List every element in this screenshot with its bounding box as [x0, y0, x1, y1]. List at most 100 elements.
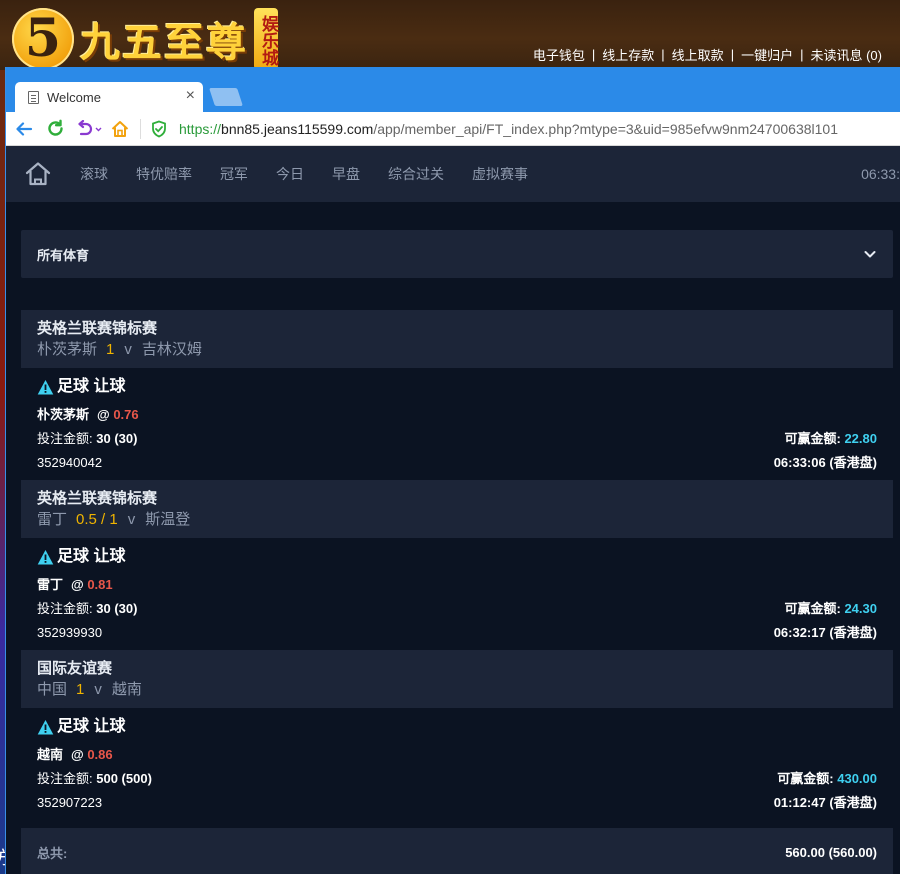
ticket-row: 352907223 01:12:47 (香港盘)	[37, 795, 877, 811]
refresh-icon[interactable]	[43, 117, 67, 141]
sport-filter-value: 所有体育	[37, 247, 90, 263]
back-arrow-icon[interactable]	[12, 117, 36, 141]
league-name: 英格兰联赛锦标赛	[37, 490, 158, 507]
home-team: 中国	[37, 681, 68, 698]
bet-header: 英格兰联赛锦标赛 朴茨茅斯 1 v 吉林汉姆	[21, 310, 893, 368]
bet-time: 01:12:47 (香港盘)	[773, 795, 877, 810]
odds-value: 0.86	[87, 747, 113, 762]
home-outline-icon[interactable]	[108, 117, 132, 141]
bet-time: 06:32:17 (香港盘)	[773, 625, 877, 640]
bet-time: 06:33:06 (香港盘)	[773, 455, 877, 470]
bet-detail: 足球 让球 越南 @ 0.86 投注金额: 500 (500) 可赢金额: 430…	[21, 708, 893, 820]
match-line: 中国 1 v 越南	[37, 679, 877, 701]
bet-pick: 越南 @ 0.86	[37, 747, 877, 763]
warning-icon	[37, 549, 54, 564]
ticket-number: 352907223	[37, 795, 103, 810]
new-tab-button[interactable]	[209, 88, 243, 106]
ticket-row: 352939930 06:32:17 (香港盘)	[37, 625, 877, 641]
bet-type: 足球 让球	[37, 546, 877, 568]
win-label: 可赢金额:	[784, 431, 841, 446]
tab-title: Welcome	[47, 89, 101, 105]
url-field[interactable]: https://bnn85.jeans115599.com/app/member…	[179, 121, 838, 137]
link-wallet[interactable]: 电子钱包	[533, 45, 585, 64]
page-icon	[28, 90, 39, 104]
nav-outright[interactable]: 冠军	[220, 164, 248, 184]
link-withdraw[interactable]: 线上取款	[672, 45, 724, 64]
stake-value: 30 (30)	[96, 431, 138, 446]
tab-close-icon[interactable]: ×	[186, 87, 195, 105]
away-team: 越南	[111, 681, 142, 698]
bet-header: 英格兰联赛锦标赛 雷丁 0.5 / 1 v 斯温登	[21, 480, 893, 538]
shield-check-icon[interactable]	[147, 117, 171, 141]
link-separator: |	[591, 47, 596, 62]
odds-value: 0.81	[87, 577, 113, 592]
win-label: 可赢金额:	[784, 601, 841, 616]
nav-special-odds[interactable]: 特优赔率	[136, 164, 192, 184]
url-host: bnn85.jeans115599.com	[221, 120, 374, 137]
ticket-number: 352939930	[37, 625, 103, 640]
link-deposit[interactable]: 线上存款	[602, 45, 654, 64]
bet-detail: 足球 让球 雷丁 @ 0.81 投注金额: 30 (30) 可赢金额: 24.30…	[21, 538, 893, 650]
win-label: 可赢金额:	[777, 771, 834, 786]
versus: v	[94, 681, 102, 698]
league-name: 英格兰联赛锦标赛	[37, 320, 158, 337]
win-value: 24.30	[844, 601, 877, 616]
warning-icon	[37, 379, 54, 394]
nav-early[interactable]: 早盘	[332, 164, 360, 184]
bets-list: 英格兰联赛锦标赛 朴茨茅斯 1 v 吉林汉姆 足球 让球 朴茨茅斯 @ 0.76 投注金…	[21, 310, 893, 820]
sports-nav: 滚球 特优赔率 冠军 今日 早盘 综合过关 虚拟赛事 06:33:	[6, 146, 900, 202]
link-messages[interactable]: 未读讯息 (0)	[810, 45, 882, 64]
undo-icon[interactable]	[74, 117, 104, 141]
address-bar: https://bnn85.jeans115599.com/app/member…	[6, 112, 900, 146]
url-scheme: https://	[179, 120, 222, 137]
nav-live[interactable]: 滚球	[80, 164, 108, 184]
stake-label: 投注金额:	[37, 771, 93, 786]
bet-type-label: 足球 让球	[57, 548, 126, 565]
win-value: 22.80	[844, 431, 877, 446]
odds-value: 0.76	[113, 407, 139, 422]
stake-label: 投注金额:	[37, 601, 93, 616]
at-symbol: @	[71, 747, 84, 762]
home-team: 雷丁	[37, 511, 68, 528]
clock: 06:33:	[861, 166, 900, 182]
total-bar: 总共: 560.00 (560.00)	[21, 828, 893, 874]
logo-subtitle: 娱乐城	[254, 8, 278, 70]
nav-virtual[interactable]: 虚拟赛事	[472, 164, 528, 184]
handicap: 1	[106, 341, 115, 358]
bet-detail: 足球 让球 朴茨茅斯 @ 0.76 投注金额: 30 (30) 可赢金额: 22.…	[21, 368, 893, 480]
account-links: 电子钱包 | 线上存款 | 线上取款 | 一键归户 | 未读讯息 (0)	[533, 45, 882, 64]
versus: v	[127, 511, 136, 528]
match-line: 雷丁 0.5 / 1 v 斯温登	[37, 509, 877, 531]
warning-icon	[37, 719, 54, 734]
bet-type-label: 足球 让球	[57, 378, 126, 395]
nav-today[interactable]: 今日	[276, 164, 304, 184]
ticket-number: 352940042	[37, 455, 103, 470]
handicap: 1	[76, 681, 85, 698]
pick-team: 雷丁	[37, 577, 64, 592]
logo-badge: 5	[12, 8, 74, 70]
nav-parlay[interactable]: 综合过关	[388, 164, 444, 184]
bet-pick: 朴茨茅斯 @ 0.76	[37, 407, 877, 423]
site-header: 5 九五至尊 娱乐城 电子钱包 | 线上存款 | 线上取款 | 一键归户 | 未…	[0, 0, 900, 70]
site-logo[interactable]: 5 九五至尊 娱乐城	[12, 8, 278, 70]
stake-label: 投注金额:	[37, 431, 93, 446]
at-symbol: @	[97, 407, 110, 422]
tab-welcome[interactable]: Welcome ×	[15, 82, 203, 112]
sport-filter-select[interactable]: 所有体育	[21, 230, 893, 278]
home-team: 朴茨茅斯	[37, 341, 98, 358]
bet-pick: 雷丁 @ 0.81	[37, 577, 877, 593]
link-separator: |	[800, 47, 804, 62]
handicap: 0.5 / 1	[76, 511, 118, 528]
tab-bar: Welcome ×	[6, 67, 900, 112]
match-line: 朴茨茅斯 1 v 吉林汉姆	[37, 339, 877, 361]
stake-row: 投注金额: 30 (30) 可赢金额: 24.30	[37, 601, 877, 617]
pick-team: 朴茨茅斯	[37, 407, 90, 422]
url-path: /app/member_api/FT_index.php?mtype=3&uid…	[373, 120, 838, 137]
chevron-down-icon	[864, 251, 876, 258]
link-separator: |	[661, 47, 665, 62]
bet-type-label: 足球 让球	[57, 718, 126, 735]
home-icon[interactable]	[24, 160, 52, 188]
address-divider	[140, 118, 141, 139]
link-consolidate[interactable]: 一键归户	[741, 45, 793, 64]
pick-team: 越南	[37, 747, 64, 762]
